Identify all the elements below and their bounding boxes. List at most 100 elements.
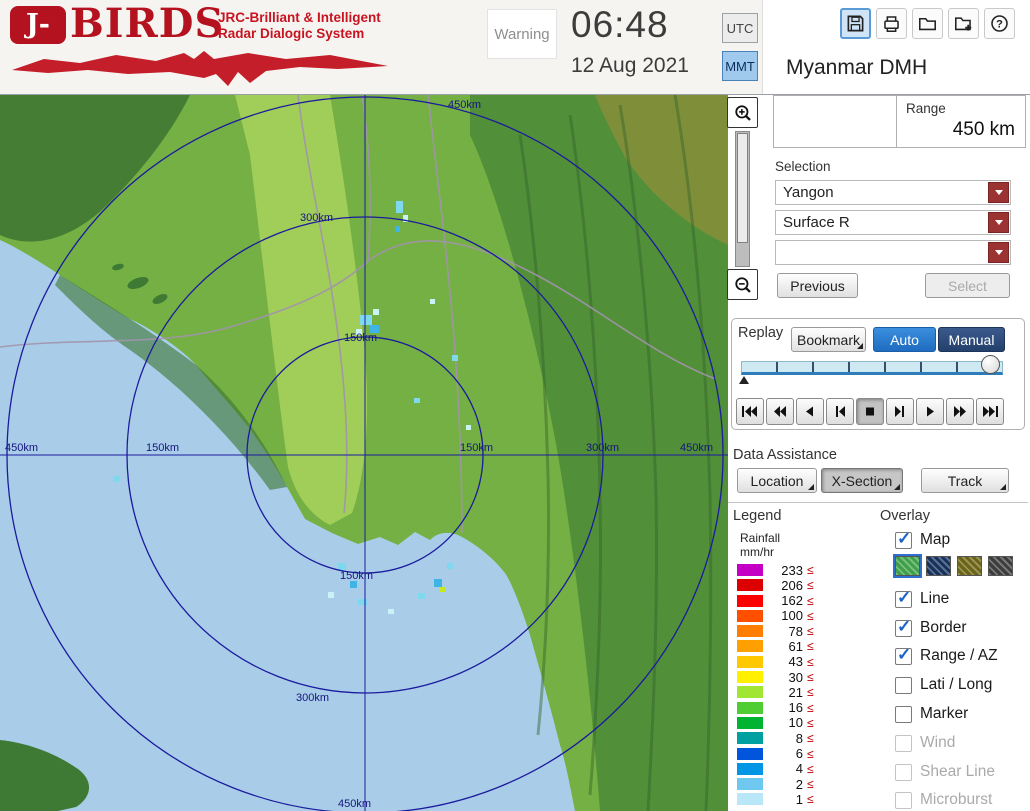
skip-end-button[interactable] <box>976 398 1004 425</box>
step-forward-icon <box>922 406 938 417</box>
ring-label: 150km <box>344 332 377 344</box>
stop-button[interactable] <box>856 398 884 425</box>
selection-label: Selection <box>775 159 831 174</box>
warning-indicator[interactable]: Warning <box>487 9 557 59</box>
save-icon <box>846 14 865 33</box>
range-az-checkbox[interactable] <box>895 648 912 665</box>
legend-unit-line2: mm/hr <box>740 545 774 559</box>
header-bar: J- BIRDS JRC-Brilliant & Intelligent Rad… <box>0 0 1030 95</box>
map-style-green[interactable] <box>895 556 920 576</box>
fast-forward-button[interactable] <box>946 398 974 425</box>
replay-section: Replay Bookmark Auto Manual <box>731 318 1025 430</box>
scale-row: 30≤ <box>737 671 814 683</box>
scale-row: 21≤ <box>737 686 814 698</box>
radar-map[interactable]: 450km 300km 150km 150km 300km 450km 450k… <box>0 95 728 811</box>
folder-icon <box>918 14 937 33</box>
zoom-slider-thumb[interactable] <box>737 133 748 243</box>
print-button[interactable] <box>876 8 907 39</box>
ring-label: 450km <box>680 442 713 454</box>
scale-row: 206≤ <box>737 579 814 591</box>
color-swatch <box>737 748 763 760</box>
ring-label: 300km <box>296 692 329 704</box>
map-style-navy[interactable] <box>926 556 951 576</box>
scale-row: 61≤ <box>737 640 814 652</box>
wind-checkbox[interactable] <box>895 735 912 752</box>
bookmark-button[interactable]: Bookmark <box>791 327 866 352</box>
scale-row: 43≤ <box>737 656 814 668</box>
chevron-down-icon[interactable] <box>988 182 1009 203</box>
previous-button[interactable]: Previous <box>777 273 858 298</box>
print-icon <box>882 14 901 33</box>
chevron-down-icon[interactable] <box>988 212 1009 233</box>
scale-row: 8≤ <box>737 732 814 744</box>
zoom-out-icon <box>734 276 752 294</box>
color-swatch <box>737 732 763 744</box>
frame-forward-icon <box>892 406 908 417</box>
logo-text: BIRDS <box>70 0 224 47</box>
chevron-down-icon[interactable] <box>988 242 1009 263</box>
line-checkbox[interactable] <box>895 591 912 608</box>
map-style-grey[interactable] <box>988 556 1013 576</box>
select-button[interactable]: Select <box>925 273 1010 298</box>
ring-label: 150km <box>340 570 373 582</box>
replay-slider-thumb[interactable] <box>981 355 1000 374</box>
step-back-icon <box>802 406 818 417</box>
border-checkbox[interactable] <box>895 620 912 637</box>
frame-back-button[interactable] <box>826 398 854 425</box>
eagle-logo-icon <box>8 46 398 88</box>
open-folder-button[interactable] <box>912 8 943 39</box>
manual-mode-button[interactable]: Manual <box>938 327 1005 352</box>
scale-row: 1≤ <box>737 793 814 805</box>
save-button[interactable] <box>840 8 871 39</box>
color-swatch <box>737 610 763 622</box>
mmt-toggle-button[interactable]: MMT <box>722 51 758 81</box>
site-dropdown[interactable]: Yangon <box>775 180 1011 205</box>
color-swatch <box>737 595 763 607</box>
range-section: Range 450 km <box>773 95 1026 148</box>
zoom-slider[interactable] <box>735 131 750 267</box>
scale-row: 10≤ <box>737 717 814 729</box>
color-swatch <box>737 793 763 805</box>
utc-toggle-button[interactable]: UTC <box>722 13 758 43</box>
tagline-line2: Radar Dialogic System <box>218 26 381 42</box>
color-swatch <box>737 778 763 790</box>
lati-long-checkbox[interactable] <box>895 677 912 694</box>
import-button[interactable] <box>948 8 979 39</box>
option-dropdown[interactable] <box>775 240 1011 265</box>
scale-row: 2≤ <box>737 778 814 790</box>
scale-row: 233≤ <box>737 564 814 576</box>
map-checkbox[interactable] <box>895 532 912 549</box>
skip-start-button[interactable] <box>736 398 764 425</box>
marker-checkbox[interactable] <box>895 706 912 723</box>
location-button[interactable]: Location <box>737 468 817 493</box>
clock-time: 06:48 <box>571 4 669 46</box>
product-dropdown[interactable]: Surface R <box>775 210 1011 235</box>
help-button[interactable]: ? <box>984 8 1015 39</box>
site-dropdown-value: Yangon <box>783 184 834 201</box>
color-swatch <box>737 625 763 637</box>
color-swatch <box>737 702 763 714</box>
ring-label: 300km <box>300 212 333 224</box>
legend-label: Legend <box>733 508 781 524</box>
track-button[interactable]: Track <box>921 468 1009 493</box>
step-back-button[interactable] <box>796 398 824 425</box>
zoom-in-button[interactable] <box>727 97 758 128</box>
replay-timeline-slider[interactable] <box>741 361 1003 375</box>
ring-label: 300km <box>586 442 619 454</box>
overlay-item-border: Border <box>895 617 967 639</box>
frame-forward-button[interactable] <box>886 398 914 425</box>
map-style-olive[interactable] <box>957 556 982 576</box>
map-style-options <box>895 556 1013 576</box>
fast-rewind-button[interactable] <box>766 398 794 425</box>
overlay-item-wind: Wind <box>895 732 955 754</box>
radar-map-canvas: 450km 300km 150km 150km 300km 450km 450k… <box>0 95 728 811</box>
microburst-checkbox[interactable] <box>895 792 912 809</box>
step-forward-button[interactable] <box>916 398 944 425</box>
auto-mode-button[interactable]: Auto <box>873 327 936 352</box>
svg-text:?: ? <box>996 19 1003 31</box>
zoom-out-button[interactable] <box>727 269 758 300</box>
xsection-button[interactable]: X-Section <box>821 468 903 493</box>
shear-line-checkbox[interactable] <box>895 764 912 781</box>
rainfall-color-scale: 233≤ 206≤ 162≤ 100≤ 78≤ 61≤ 43≤ 30≤ 21≤ … <box>737 564 814 805</box>
data-assistance-label: Data Assistance <box>733 447 837 463</box>
